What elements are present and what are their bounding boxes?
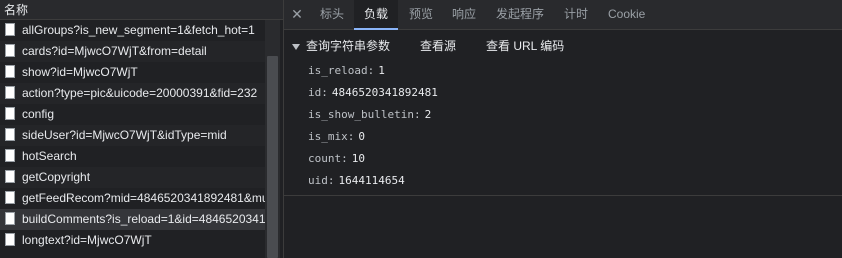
param-row: is_mix: 0 xyxy=(308,129,365,145)
document-icon xyxy=(5,170,15,183)
document-icon xyxy=(5,86,15,99)
chevron-down-icon xyxy=(292,43,300,50)
document-icon xyxy=(5,65,15,78)
document-icon xyxy=(5,128,15,141)
tab-headers[interactable]: 标头 xyxy=(320,0,344,29)
tab-preview[interactable]: 预览 xyxy=(409,0,433,29)
request-row[interactable]: longtext?id=MjwcO7WjT xyxy=(0,230,265,251)
param-key: is_mix: xyxy=(308,130,355,143)
param-value: 10 xyxy=(351,152,365,165)
request-name: show?id=MjwcO7WjT xyxy=(22,65,138,79)
list-scrollbar[interactable] xyxy=(265,20,280,258)
param-value: 1644114654 xyxy=(338,174,405,187)
request-name: longtext?id=MjwcO7WjT xyxy=(22,233,152,247)
param-value: 4846520341892481 xyxy=(331,86,438,99)
param-key: count: xyxy=(308,152,348,165)
document-icon xyxy=(5,191,15,204)
param-value: 2 xyxy=(424,108,432,121)
document-icon xyxy=(5,23,15,36)
request-list: allGroups?is_new_segment=1&fetch_hot=1 c… xyxy=(0,20,265,251)
request-row[interactable]: cards?id=MjwcO7WjT&from=detail xyxy=(0,41,265,62)
scrollbar-thumb[interactable] xyxy=(267,56,278,258)
tab-initiator[interactable]: 发起程序 xyxy=(496,0,544,29)
param-row: count: 10 xyxy=(308,151,365,167)
request-row[interactable]: show?id=MjwcO7WjT xyxy=(0,62,265,83)
section-title: 查询字符串参数 xyxy=(306,39,391,53)
request-row[interactable]: action?type=pic&uicode=20000391&fid=232 xyxy=(0,83,265,104)
details-tabs: ✕ 标头 负载 预览 响应 发起程序 计时 Cookie xyxy=(284,0,842,30)
request-name: getCopyright xyxy=(22,170,91,184)
query-string-section: 查询字符串参数 查看源 查看 URL 编码 is_reload: 1 id: 484… xyxy=(284,30,842,192)
tab-cookies[interactable]: Cookie xyxy=(608,0,645,29)
request-row[interactable]: allGroups?is_new_segment=1&fetch_hot=1 xyxy=(0,20,265,41)
request-name: hotSearch xyxy=(22,149,77,163)
document-icon xyxy=(5,233,15,246)
tab-payload[interactable]: 负载 xyxy=(354,0,399,30)
view-source-link[interactable]: 查看源 xyxy=(420,38,456,54)
param-key: is_reload: xyxy=(308,64,375,77)
param-key: uid: xyxy=(308,174,335,187)
query-string-toggle[interactable]: 查询字符串参数 xyxy=(292,38,390,54)
param-key: id: xyxy=(308,86,328,99)
request-row[interactable]: hotSearch xyxy=(0,146,265,167)
param-row: uid: 1644114654 xyxy=(308,173,405,189)
param-value: 0 xyxy=(358,130,365,143)
request-name: cards?id=MjwcO7WjT&from=detail xyxy=(22,44,207,58)
param-row: is_reload: 1 xyxy=(308,63,385,79)
request-name: allGroups?is_new_segment=1&fetch_hot=1 xyxy=(22,23,255,37)
details-panel: ✕ 标头 负载 预览 响应 发起程序 计时 Cookie 查询字符串参数 查看源… xyxy=(284,0,842,258)
document-icon xyxy=(5,107,15,120)
request-name: getFeedRecom?mid=4846520341892481&mu xyxy=(22,191,265,205)
param-row: is_show_bulletin: 2 xyxy=(308,107,431,123)
section-divider xyxy=(284,195,842,196)
request-name: action?type=pic&uicode=20000391&fid=232 xyxy=(22,86,258,100)
close-icon[interactable]: ✕ xyxy=(290,7,304,21)
request-list-panel: 名称 allGroups?is_new_segment=1&fetch_hot=… xyxy=(0,0,283,258)
column-header-name[interactable]: 名称 xyxy=(0,0,283,20)
request-row[interactable]: getCopyright xyxy=(0,167,265,188)
document-icon xyxy=(5,44,15,57)
request-row[interactable]: sideUser?id=MjwcO7WjT&idType=mid xyxy=(0,125,265,146)
request-row[interactable]: getFeedRecom?mid=4846520341892481&mu xyxy=(0,188,265,209)
tab-timing[interactable]: 计时 xyxy=(564,0,588,29)
request-row[interactable]: config xyxy=(0,104,265,125)
document-icon xyxy=(5,212,15,225)
param-value: 1 xyxy=(378,64,385,77)
request-name: buildComments?is_reload=1&id=4846520341 xyxy=(22,212,265,226)
request-row-selected[interactable]: buildComments?is_reload=1&id=4846520341 xyxy=(0,209,265,230)
request-name: config xyxy=(22,107,55,121)
document-icon xyxy=(5,149,15,162)
param-key: is_show_bulletin: xyxy=(308,108,421,121)
param-row: id: 4846520341892481 xyxy=(308,85,438,101)
tab-response[interactable]: 响应 xyxy=(452,0,476,29)
view-url-encoded-link[interactable]: 查看 URL 编码 xyxy=(486,38,564,54)
request-name: sideUser?id=MjwcO7WjT&idType=mid xyxy=(22,128,227,142)
